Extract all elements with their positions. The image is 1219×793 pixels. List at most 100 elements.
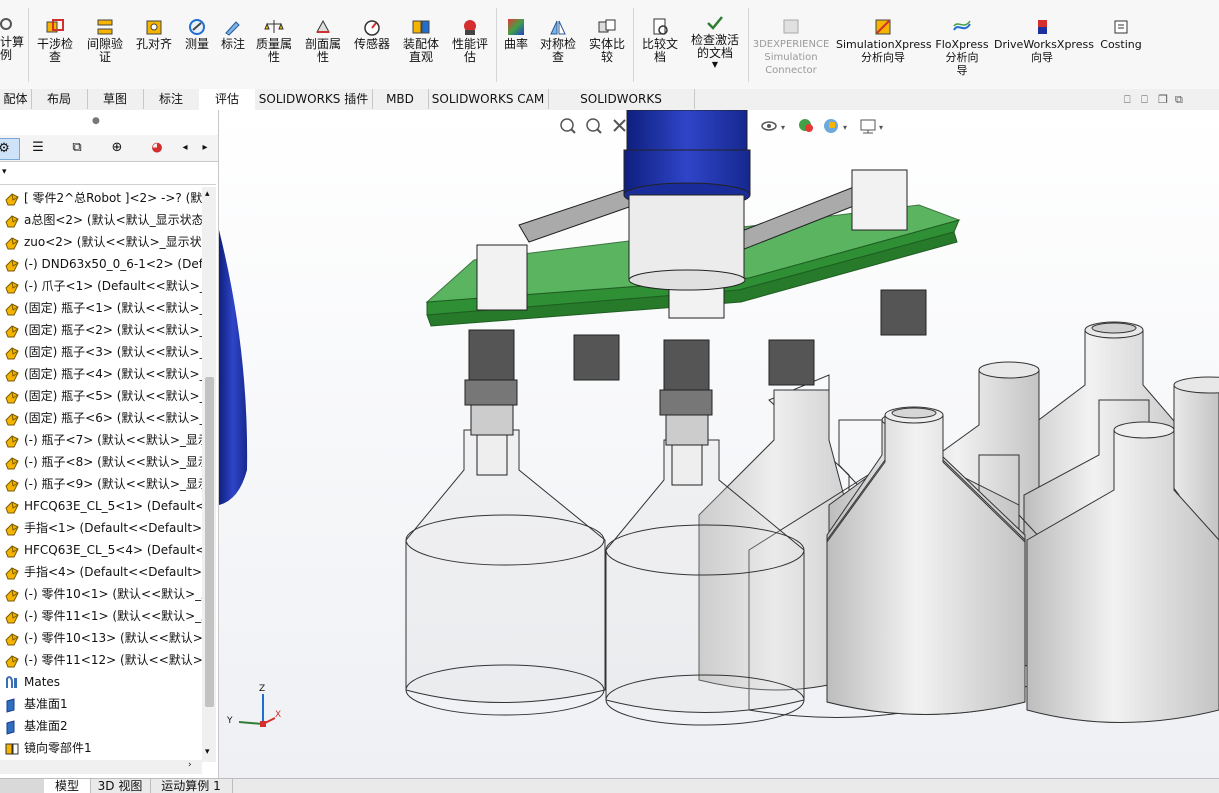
clearance-verify-button[interactable]: 间隙验证 [84,18,126,64]
curvature-button[interactable]: 曲率 [502,18,530,51]
tree-item-component[interactable]: (-) 零件10<13> (默认<<默认>_ [0,627,202,649]
markup-button[interactable]: 标注 [219,18,247,51]
tab-mbd[interactable]: MBD [372,89,429,109]
tree-item-component[interactable]: zuo<2> (默认<<默认>_显示状态 [0,231,202,253]
driveworksxpress-button[interactable]: DriveWorksXpress 向导 [994,18,1094,64]
tab-assembly[interactable]: 配体 [0,89,32,109]
feature-manager-tab-icon[interactable]: ⚙ [0,138,20,160]
tree-item-component[interactable]: [ 零件2^总Robot ]<2> ->? (默 [0,187,202,209]
tree-item-component[interactable]: (固定) 瓶子<5> (默认<<默认>_ [0,385,202,407]
tree-item-component[interactable]: HFCQ63E_CL_5<4> (Default< [0,539,202,561]
compare-documents-button[interactable]: 比较文档 [639,18,681,64]
tab-nav-arrows[interactable] [0,779,44,793]
part-icon [4,587,20,603]
sensor-button[interactable]: 传感器 [351,18,393,51]
scroll-thumb[interactable] [205,377,214,707]
tree-item-component[interactable]: (-) 零件11<12> (默认<<默认>_ [0,649,202,671]
tool-label2: 估 [463,50,476,64]
tab-solidworks-inspection[interactable]: SOLIDWORKS Inspection [548,89,695,126]
compare-documents-icon [650,18,670,36]
tool-label: 曲率 [503,37,528,51]
tree-item-component[interactable]: (-) 零件10<1> (默认<<默认>_显 [0,583,202,605]
check-active-document-button[interactable]: 检查激活 的文档 ▼ [686,14,744,70]
tab-solidworks-addins[interactable]: SOLIDWORKS 插件 [255,89,373,109]
section-properties-button[interactable]: 剖面属性 [302,18,344,64]
tab-evaluate[interactable]: 评估 [199,89,255,110]
tree-item-component[interactable]: a总图<2> (默认<默认_显示状态 [0,209,202,231]
tool-label: SimulationXpress [836,38,932,51]
tree-item-plane[interactable]: 基准面2 [0,715,202,737]
scroll-up-icon[interactable]: ▴ [205,189,210,199]
tab-scroll-left-icon[interactable]: ◂ [177,138,193,158]
tree-item-component[interactable]: 手指<4> (Default<<Default>_显 [0,561,202,583]
part-icon [4,279,20,295]
tree-item-component[interactable]: (-) 零件11<1> (默认<<默认>_显 [0,605,202,627]
tree-item-component[interactable]: (固定) 瓶子<6> (默认<<默认>_ [0,407,202,429]
tool-label: FloXpress [935,38,989,51]
simulationxpress-button[interactable]: SimulationXpress 分析向导 [836,18,932,64]
measure-button[interactable]: 测量 [183,18,211,51]
measure-icon [187,18,207,36]
performance-evaluation-button[interactable]: 性能评估 [449,18,491,64]
vertical-scrollbar[interactable]: ▴ ▾ [202,187,216,762]
tree-item-component[interactable]: (固定) 瓶子<1> (默认<<默认>_ [0,297,202,319]
configuration-manager-tab-icon[interactable]: ⧉ [62,138,92,158]
tab-sketch[interactable]: 草图 [87,89,144,109]
symmetry-check-button[interactable]: 对称检查 [537,18,579,64]
window-arrange-icons[interactable]: ⎕ ⎕ ❐ ⧉ [1124,93,1183,107]
tab-solidworks-cam[interactable]: SOLIDWORKS CAM [428,89,549,109]
dimxpert-manager-tab-icon[interactable]: ⊕ [102,138,132,158]
part-icon [4,235,20,251]
horizontal-scrollbar[interactable]: › [0,760,202,774]
hole-alignment-button[interactable]: 孔对齐 [134,18,174,51]
tree-item-label: (-) 瓶子<8> (默认<<默认>_显示 [24,455,202,469]
display-manager-tab-icon[interactable]: ◕ [142,138,172,158]
simulationxpress-icon [873,18,893,36]
property-manager-tab-icon[interactable]: ☰ [23,138,53,158]
floxpress-button[interactable]: FloXpress 分析向 导 [934,18,990,77]
scroll-right-icon[interactable]: › [188,760,192,770]
hole-align-icon [144,18,164,36]
feature-tree: [ 零件2^总Robot ]<2> ->? (默 a总图<2> (默认<默认_显示… [0,187,202,762]
tree-item-mates[interactable]: Mates [0,671,202,693]
triad-y-label: Y [227,716,233,726]
tree-item-component[interactable]: (-) 爪子<1> (Default<<默认>_显 [0,275,202,297]
scroll-down-icon[interactable]: ▾ [205,747,210,757]
interference-check-button[interactable]: 干涉检查 [35,18,75,64]
tree-item-label: zuo<2> (默认<<默认>_显示状态 [24,235,202,249]
tree-item-component[interactable]: (固定) 瓶子<2> (默认<<默认>_ [0,319,202,341]
mirror-component-icon [4,741,20,757]
3dexperience-connector-button[interactable]: 3DEXPERIENCE Simulation Connector [752,18,830,77]
mass-properties-button[interactable]: 质量属性 [253,18,295,64]
tree-item-component[interactable]: (-) 瓶子<9> (默认<<默认>_显示 [0,473,202,495]
panel-grip-icon[interactable]: ● [92,116,100,126]
tree-item-label: (-) 零件11<12> (默认<<默认>_ [24,653,202,667]
tool-label: 3DEXPERIENCE [752,39,830,50]
tree-item-mirror[interactable]: 镜向零部件1 [0,737,202,759]
tree-item-component[interactable]: HFCQ63E_CL_5<1> (Default< [0,495,202,517]
assembly-visualization-button[interactable]: 装配体 直观 [400,18,442,64]
partial-tool-left[interactable]: 计算 例 [0,16,24,62]
body-compare-button[interactable]: 实体比较 [586,18,628,64]
tab-scroll-right-icon[interactable]: ▸ [197,138,213,158]
sensor-icon [362,18,382,36]
tree-item-component[interactable]: (-) 瓶子<8> (默认<<默认>_显示 [0,451,202,473]
chevron-down-icon[interactable]: ▼ [686,60,744,70]
tab-3d-views[interactable]: 3D 视图 [90,779,151,793]
tree-item-component[interactable]: (-) 瓶子<7> (默认<<默认>_显示 [0,429,202,451]
tree-item-component[interactable]: (固定) 瓶子<3> (默认<<默认>_ [0,341,202,363]
tree-item-component[interactable]: (固定) 瓶子<4> (默认<<默认>_ [0,363,202,385]
tab-layout[interactable]: 布局 [31,89,88,109]
tool-label2: 性 [267,50,280,64]
costing-button[interactable]: Costing [1096,18,1146,51]
tree-item-component[interactable]: 手指<1> (Default<<Default>_显 [0,517,202,539]
tab-markup[interactable]: 标注 [143,89,200,109]
tree-item-plane[interactable]: 基准面1 [0,693,202,715]
tab-motion-study-1[interactable]: 运动算例 1 [150,779,233,793]
part-icon [4,191,20,207]
graphics-area[interactable]: ▾ ▾ ▾ ▾ [219,110,1219,778]
filter-chevron-down-icon[interactable]: ▾ [2,167,7,177]
tab-model[interactable]: 模型 [44,779,91,793]
tree-item-component[interactable]: (-) DND63x50_0_6-1<2> (Defa [0,253,202,275]
bottom-tab-bar: 模型 3D 视图 运动算例 1 [0,778,1219,793]
